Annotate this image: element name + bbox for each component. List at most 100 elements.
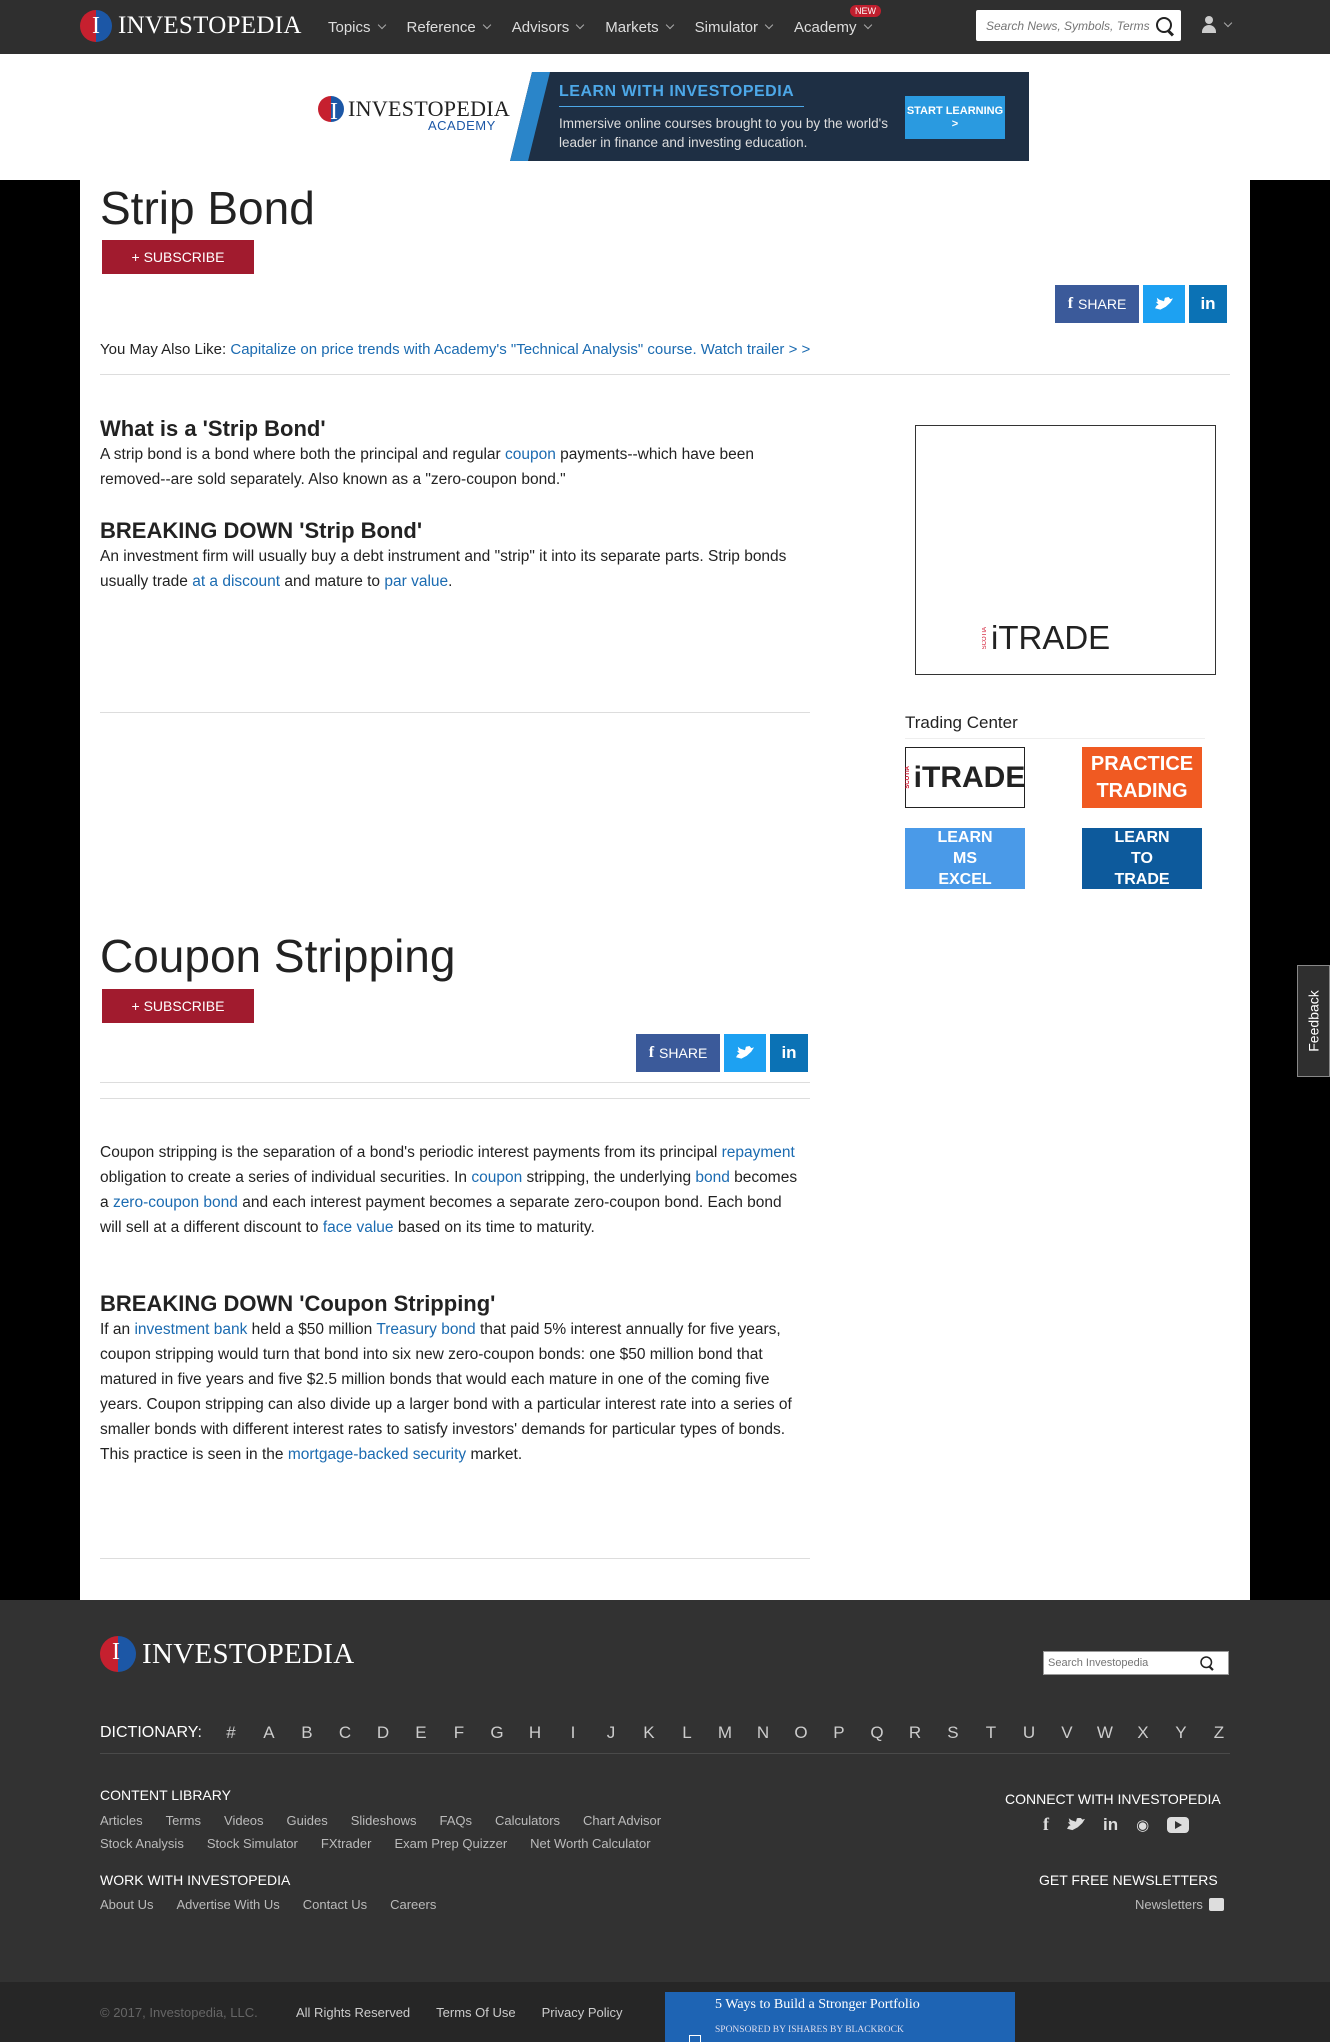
rss-icon[interactable]: ◉ [1136,1816,1149,1834]
nav-topics[interactable]: Topics [328,19,386,36]
dictionary-letter-c[interactable]: C [326,1723,364,1743]
promo-title: 5 Ways to Build a Stronger Portfolio [715,1997,920,2012]
youtube-icon[interactable] [1167,1816,1190,1833]
footer-link[interactable]: Videos [224,1813,264,1828]
facebook-icon[interactable]: f [1043,1814,1049,1835]
footer-link[interactable]: FAQs [440,1813,473,1828]
dictionary-letter-r[interactable]: R [896,1723,934,1743]
link-investment-bank[interactable]: investment bank [134,1321,247,1338]
link-coupon[interactable]: coupon [471,1169,522,1186]
dictionary-letter-b[interactable]: B [288,1723,326,1743]
linkedin-icon[interactable]: in [1103,1815,1118,1835]
dictionary-letter-i[interactable]: I [554,1723,592,1743]
dictionary-letter-x[interactable]: X [1124,1723,1162,1743]
footer-link[interactable]: Articles [100,1813,143,1828]
dictionary-letter-a[interactable]: A [250,1723,288,1743]
search-input[interactable] [986,18,1156,33]
link-bond[interactable]: bond [695,1169,729,1186]
user-menu[interactable] [1201,16,1233,34]
itrade-tile[interactable]: SCOTIA iTRADE [905,747,1025,808]
footer-link[interactable]: Terms [166,1813,201,1828]
footer-link[interactable]: Exam Prep Quizzer [394,1836,507,1851]
dictionary-letter-l[interactable]: L [668,1723,706,1743]
link-face-value[interactable]: face value [323,1219,394,1236]
nav-advisors[interactable]: Advisors [512,19,585,36]
itrade-ad[interactable]: SCOTIA iTRADE [915,425,1216,675]
you-may-also-like: You May Also Like: Capitalize on price t… [100,341,810,358]
nav-reference[interactable]: Reference [407,19,491,36]
link-coupon[interactable]: coupon [505,446,556,463]
link-zero-coupon-bond[interactable]: zero-coupon bond [113,1194,238,1211]
footer-link[interactable]: Guides [287,1813,328,1828]
footer-link[interactable]: Contact Us [303,1897,367,1912]
promo-box[interactable]: 5 Ways to Build a Stronger Portfolio SPO… [665,1992,1015,2042]
link-at-a-discount[interactable]: at a discount [192,573,280,590]
dictionary-letter-d[interactable]: D [364,1723,402,1743]
footer-link[interactable]: Net Worth Calculator [530,1836,650,1851]
link-treasury-bond[interactable]: Treasury bond [376,1321,475,1338]
learn-with-investopedia-ad[interactable]: LEARN WITH INVESTOPEDIA Immersive online… [510,72,1029,161]
dictionary-letter-m[interactable]: M [706,1723,744,1743]
footer-link[interactable]: Slideshows [351,1813,417,1828]
footer-link[interactable]: Chart Advisor [583,1813,661,1828]
nav-markets[interactable]: Markets [605,19,674,36]
footer-link[interactable]: FXtrader [321,1836,372,1851]
subscribe-button[interactable]: + SUBSCRIBE [102,989,254,1023]
search-icon[interactable] [1156,16,1174,35]
practice-trading-tile[interactable]: PRACTICE TRADING [1082,747,1202,808]
dictionary-letter-s[interactable]: S [934,1723,972,1743]
dictionary-letter-w[interactable]: W [1086,1723,1124,1743]
facebook-share-button[interactable]: f SHARE [1055,285,1139,323]
dictionary-letter-z[interactable]: Z [1200,1723,1238,1743]
dictionary-letter-j[interactable]: J [592,1723,630,1743]
footer-link[interactable]: Terms Of Use [436,2005,515,2020]
start-learning-button[interactable]: START LEARNING > [905,96,1005,139]
dictionary-letter-hash[interactable]: # [212,1723,250,1743]
link-par-value[interactable]: par value [384,573,448,590]
twitter-icon[interactable] [1067,1817,1085,1832]
academy-logo[interactable]: INVESTOPEDIA ACADEMY [318,96,510,133]
dictionary-letter-h[interactable]: H [516,1723,554,1743]
dictionary-letter-n[interactable]: N [744,1723,782,1743]
dictionary-letter-g[interactable]: G [478,1723,516,1743]
subscribe-button[interactable]: + SUBSCRIBE [102,240,254,274]
link-repayment[interactable]: repayment [722,1144,795,1161]
dictionary-letter-y[interactable]: Y [1162,1723,1200,1743]
search-icon[interactable] [1200,1656,1214,1670]
nav-simulator[interactable]: Simulator [695,19,774,36]
dictionary-letter-q[interactable]: Q [858,1723,896,1743]
footer-link[interactable]: Advertise With Us [176,1897,279,1912]
footer-logo[interactable]: INVESTOPEDIA [100,1636,355,1672]
feedback-tab[interactable]: Feedback [1297,965,1330,1077]
nav-academy[interactable]: Academy NEW [794,4,881,36]
linkedin-share-button[interactable]: in [1189,285,1227,323]
dictionary-letter-k[interactable]: K [630,1723,668,1743]
also-like-link[interactable]: Capitalize on price trends with Academy'… [230,341,810,358]
learn-to-trade-tile[interactable]: LEARN TO TRADE [1082,828,1202,889]
footer-search-input[interactable] [1048,1657,1198,1669]
twitter-share-button[interactable] [1143,285,1185,323]
twitter-share-button[interactable] [724,1034,766,1072]
promo-sponsor: SPONSORED BY ISHARES BY BLACKROCK [715,2025,904,2035]
footer-link[interactable]: Stock Simulator [207,1836,298,1851]
logo-text: INVESTOPEDIA [118,12,302,39]
learn-ms-excel-tile[interactable]: LEARN MS EXCEL [905,828,1025,889]
link-mortgage-backed-security[interactable]: mortgage-backed security [288,1446,466,1463]
footer-link[interactable]: Careers [390,1897,436,1912]
footer-link[interactable]: All Rights Reserved [296,2005,410,2020]
footer-link[interactable]: About Us [100,1897,153,1912]
newsletters-link[interactable]: Newsletters [1135,1897,1224,1912]
dictionary-letter-o[interactable]: O [782,1723,820,1743]
linkedin-share-button[interactable]: in [770,1034,808,1072]
site-logo[interactable]: INVESTOPEDIA [80,9,302,43]
dictionary-letter-f[interactable]: F [440,1723,478,1743]
dictionary-letter-p[interactable]: P [820,1723,858,1743]
footer-link[interactable]: Stock Analysis [100,1836,184,1851]
dictionary-letter-v[interactable]: V [1048,1723,1086,1743]
footer-link[interactable]: Calculators [495,1813,560,1828]
footer-link[interactable]: Privacy Policy [542,2005,623,2020]
dictionary-letter-e[interactable]: E [402,1723,440,1743]
dictionary-letter-t[interactable]: T [972,1723,1010,1743]
dictionary-letter-u[interactable]: U [1010,1723,1048,1743]
facebook-share-button[interactable]: f SHARE [636,1034,720,1072]
